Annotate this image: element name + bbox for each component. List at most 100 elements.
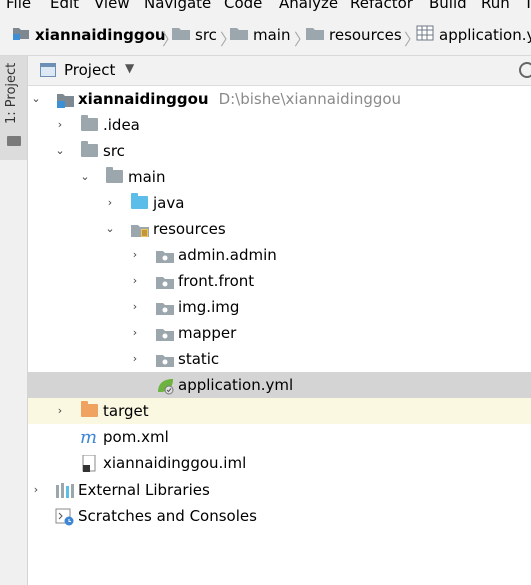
chevron-right-icon[interactable]: › [30,484,42,496]
table-file-icon [416,25,434,45]
tree-item-front[interactable]: › front.front [28,268,531,294]
chevron-down-icon[interactable]: ▼ [125,61,134,75]
navigation-bar: xiannaidinggou 〉 src 〉 main 〉 resources … [0,14,531,56]
tree-item-label: static [178,350,220,368]
locate-icon[interactable] [519,62,531,78]
tree-item-label: xiannaidinggou.iml [103,454,247,472]
tree-item-label: java [153,194,185,212]
source-folder-icon [131,193,148,209]
tree-item-label: img.img [178,298,240,316]
menu-build[interactable]: Build [429,0,467,12]
tree-item-label: application.yml [178,376,294,394]
menu-refactor[interactable]: Refactor [350,0,413,12]
breadcrumb-main[interactable]: main [230,25,290,45]
menu-navigate[interactable]: Navigate [144,0,211,12]
tree-item-label: Scratches and Consoles [78,507,257,525]
tree-item-resources[interactable]: ⌄ resources [28,216,531,242]
tree-item-target[interactable]: › target [28,398,531,424]
module-icon [56,91,74,108]
tree-item-label: front.front [178,272,255,290]
breadcrumb-label: application.yml [439,26,531,44]
chevron-down-icon[interactable]: ⌄ [79,171,91,183]
project-path: D:\bishe\xiannaidinggou [218,90,402,108]
project-view-icon [40,63,56,77]
tree-item-label: xiannaidinggou D:\bishe\xiannaidinggou [78,89,401,109]
tree-item-admin[interactable]: › admin.admin [28,242,531,268]
package-folder-icon [156,273,174,289]
breadcrumb-resources[interactable]: resources [306,25,402,45]
resources-folder-icon [131,221,149,237]
tree-item-mapper[interactable]: › mapper [28,320,531,346]
chevron-right-icon[interactable]: › [104,197,116,209]
tree-item-scratches[interactable]: Scratches and Consoles [28,503,531,529]
tree-item-root[interactable]: ⌄ xiannaidinggou D:\bishe\xiannaidinggou [28,86,531,112]
scratches-icon [55,508,74,526]
spring-leaf-icon [156,377,174,395]
tree-item-label: resources [153,220,226,238]
folder-icon [81,141,98,157]
project-tool-tab-label: 1: Project [4,62,19,124]
tree-item-label: target [103,402,149,420]
tree-item-main[interactable]: ⌄ main [28,164,531,190]
chevron-right-icon[interactable]: › [129,353,141,365]
package-folder-icon [156,299,174,315]
menu-bar: File Edit View Navigate Code Analyze Ref… [0,0,531,14]
breadcrumb-label: resources [329,26,402,44]
tree-item-application-yml[interactable]: application.yml [28,372,531,398]
folder-icon [106,167,123,183]
chevron-right-icon[interactable]: › [129,327,141,339]
chevron-right-icon[interactable]: › [54,119,66,131]
module-file-icon [81,454,99,472]
breadcrumb-src[interactable]: src [172,25,217,45]
tree-item-label: .idea [103,116,140,134]
project-tool-tab[interactable]: 1: Project [0,56,27,160]
tree-item-java[interactable]: › java [28,190,531,216]
chevron-right-icon[interactable]: › [54,405,66,417]
breadcrumb-label: src [195,26,217,44]
menu-view[interactable]: View [94,0,130,12]
tree-item-label: mapper [178,324,237,342]
tree-item-static[interactable]: › static [28,346,531,372]
project-panel-header: Project ▼ [28,56,531,86]
folder-icon [7,136,21,146]
maven-icon: m [80,427,98,448]
chevron-right-icon[interactable]: › [129,275,141,287]
chevron-down-icon[interactable]: ⌄ [30,93,42,105]
package-folder-icon [156,247,174,263]
tree-item-label: src [103,142,125,160]
project-view-title[interactable]: Project [64,61,115,79]
breadcrumb-file[interactable]: application.yml [416,25,531,45]
folder-icon [81,115,98,131]
chevron-right-icon[interactable]: › [129,301,141,313]
menu-analyze[interactable]: Analyze [279,0,338,12]
tree-item-idea[interactable]: › .idea [28,112,531,138]
tree-item-label: External Libraries [78,481,210,499]
project-name: xiannaidinggou [78,90,209,108]
menu-tools[interactable]: T [524,0,531,12]
module-icon [12,25,30,45]
tree-item-src[interactable]: ⌄ src [28,138,531,164]
breadcrumb-project[interactable]: xiannaidinggou [12,25,166,45]
breadcrumb-label: xiannaidinggou [35,26,166,44]
menu-code[interactable]: Code [224,0,262,12]
tree-item-iml[interactable]: xiannaidinggou.iml [28,450,531,476]
menu-file[interactable]: File [6,0,31,12]
menu-run[interactable]: Run [481,0,510,12]
folder-icon [172,26,190,44]
library-icon [55,482,74,498]
menu-edit[interactable]: Edit [50,0,79,12]
tree-item-img[interactable]: › img.img [28,294,531,320]
tree-item-label: main [128,168,166,186]
tree-item-external-libraries[interactable]: › External Libraries [28,477,531,503]
tree-item-pom-xml[interactable]: m pom.xml [28,424,531,450]
folder-icon [230,26,248,44]
resources-folder-icon [306,26,324,44]
excluded-folder-icon [81,401,98,417]
chevron-right-icon[interactable]: › [129,249,141,261]
breadcrumb-label: main [253,26,291,44]
chevron-down-icon[interactable]: ⌄ [54,145,66,157]
tree-item-label: pom.xml [103,428,169,446]
package-folder-icon [156,325,174,341]
package-folder-icon [156,351,174,367]
chevron-down-icon[interactable]: ⌄ [104,223,116,235]
